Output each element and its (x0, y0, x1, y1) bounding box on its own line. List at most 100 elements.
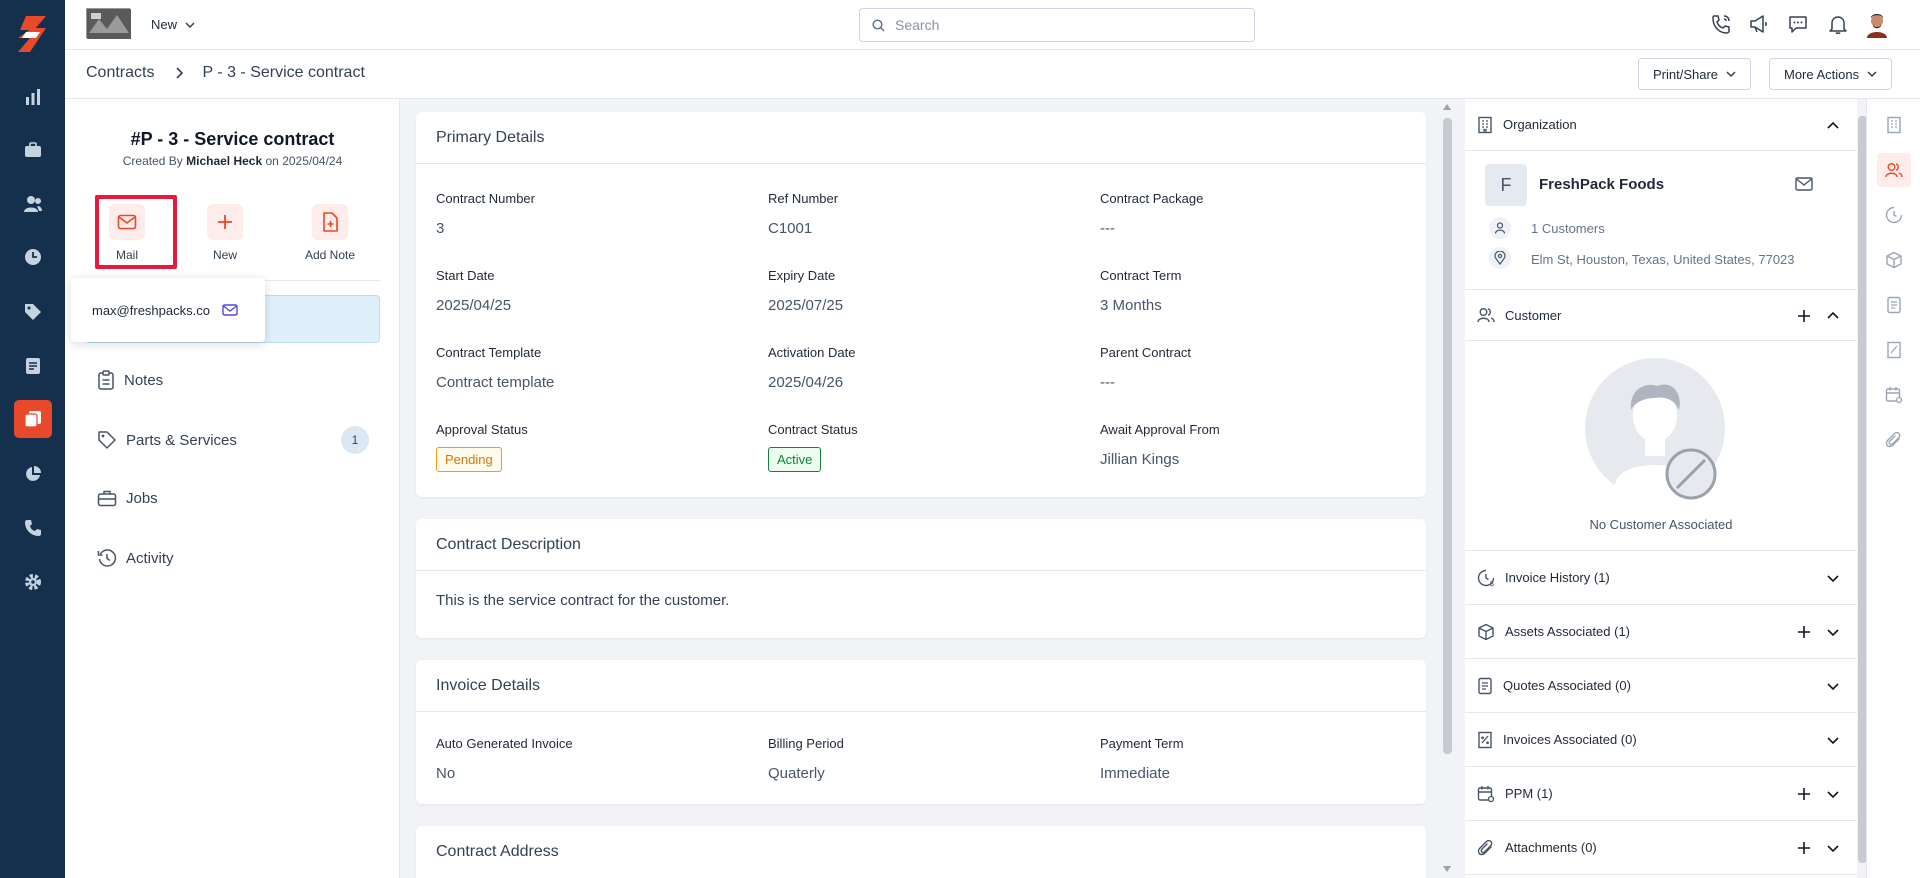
rail-customers[interactable] (1867, 153, 1920, 187)
chevron-up-icon[interactable] (1827, 121, 1839, 129)
more-actions-button[interactable]: More Actions (1769, 58, 1893, 90)
menu-item-activity[interactable]: Activity (97, 548, 174, 568)
phone-call-icon[interactable] (1710, 13, 1732, 35)
field-activation-date: Activation Date 2025/04/26 (768, 345, 855, 391)
field-value: --- (1100, 220, 1115, 237)
briefcase-icon (14, 131, 52, 169)
main-scroll-thumb[interactable] (1443, 118, 1452, 754)
field-label: Expiry Date (768, 268, 836, 283)
organization-header[interactable]: Organization (1465, 99, 1857, 151)
customer-header[interactable]: Customer (1465, 289, 1857, 341)
new-action-label: New (212, 248, 237, 262)
nav-invoices[interactable] (0, 344, 65, 388)
nav-contracts[interactable] (0, 397, 65, 441)
add-ppm-icon[interactable] (1797, 787, 1811, 801)
field-label: Contract Term (1100, 268, 1182, 283)
cube-icon (1885, 251, 1903, 269)
mail-icon[interactable] (222, 304, 238, 316)
invoice-history-section[interactable]: $ Invoice History (1) (1465, 551, 1857, 605)
attachments-section[interactable]: Attachments (0) (1465, 821, 1857, 875)
add-note-action[interactable]: Add Note (290, 204, 370, 262)
nav-tags[interactable] (0, 290, 65, 334)
chat-icon[interactable] (1787, 13, 1809, 35)
location-pin-icon (1489, 247, 1511, 269)
new-dropdown[interactable]: New (151, 17, 195, 32)
chevron-down-icon (1726, 71, 1736, 77)
field-label: Contract Template (436, 345, 542, 360)
add-note-action-label: Add Note (304, 248, 356, 262)
nav-schedule[interactable] (0, 235, 65, 279)
chevron-down-icon[interactable] (1827, 791, 1839, 799)
field-label: Activation Date (768, 345, 856, 360)
field-parent-contract: Parent Contract --- (1100, 345, 1191, 391)
rail-ppm[interactable] (1867, 378, 1920, 412)
field-value: 3 Months (1100, 297, 1162, 314)
nav-reports[interactable] (0, 75, 65, 119)
assets-associated-section[interactable]: Assets Associated (1) (1465, 605, 1857, 659)
megaphone-icon[interactable] (1748, 13, 1770, 35)
field-label: Auto Generated Invoice (436, 736, 573, 751)
rail-assets[interactable] (1867, 243, 1920, 277)
clipboard-icon (97, 370, 115, 390)
document-icon (14, 347, 52, 385)
quotes-associated-label: Quotes Associated (0) (1503, 678, 1631, 693)
add-asset-icon[interactable] (1797, 625, 1811, 639)
add-attachment-icon[interactable] (1797, 841, 1811, 855)
field-value: Contract template (436, 374, 555, 391)
search-input[interactable] (895, 17, 1235, 33)
chevron-down-icon[interactable] (1827, 737, 1839, 745)
print-share-button[interactable]: Print/Share (1638, 58, 1752, 90)
nav-settings[interactable] (0, 560, 65, 604)
nav-calls[interactable] (0, 506, 65, 550)
search-box[interactable] (859, 8, 1255, 42)
mail-icon[interactable] (1795, 177, 1813, 191)
menu-item-activity-label: Activity (126, 549, 174, 567)
field-value: 2025/04/26 (768, 374, 844, 391)
quotes-associated-section[interactable]: Quotes Associated (0) (1465, 659, 1857, 713)
field-label: Await Approval From (1100, 422, 1220, 437)
ppm-section[interactable]: PPM (1) (1465, 767, 1857, 821)
chevron-down-icon[interactable] (1827, 575, 1839, 583)
menu-item-parts-services[interactable]: Parts & Services (97, 430, 237, 450)
main-scrollbar[interactable] (1443, 104, 1452, 872)
invoices-associated-section[interactable]: Invoices Associated (0) (1465, 713, 1857, 767)
history-icon (97, 548, 117, 568)
chevron-up-icon[interactable] (1827, 311, 1839, 319)
nav-analytics[interactable] (0, 452, 65, 496)
rail-invoices[interactable] (1867, 333, 1920, 367)
rail-quotes[interactable] (1867, 288, 1920, 322)
menu-item-jobs[interactable]: Jobs (97, 489, 158, 507)
field-start-date: Start Date 2025/04/25 (436, 268, 511, 314)
invoice-history-icon (1885, 206, 1903, 224)
field-label: Contract Package (1100, 191, 1204, 206)
organization-name[interactable]: FreshPack Foods (1539, 176, 1664, 193)
rail-organization[interactable] (1867, 108, 1920, 142)
created-on-prefix: on (265, 154, 279, 168)
menu-item-notes[interactable]: Notes (97, 370, 163, 390)
nav-customers[interactable] (0, 182, 65, 226)
app-logo[interactable] (12, 14, 52, 54)
field-value: Quaterly (768, 765, 825, 782)
rail-invoice-history[interactable] (1867, 198, 1920, 232)
invoice-history-label: Invoice History (1) (1505, 570, 1610, 585)
nav-jobs[interactable] (0, 128, 65, 172)
user-avatar[interactable] (1865, 12, 1889, 38)
mail-popover-email[interactable]: max@freshpacks.co (92, 303, 210, 318)
chevron-down-icon[interactable] (1827, 683, 1839, 691)
chevron-down-icon[interactable] (1827, 845, 1839, 853)
field-contract-template: Contract Template Contract template (436, 345, 554, 391)
breadcrumb-contracts[interactable]: Contracts (86, 64, 154, 82)
chevron-down-icon[interactable] (1827, 629, 1839, 637)
created-on: 2025/04/24 (282, 154, 343, 168)
add-customer-icon[interactable] (1797, 309, 1811, 323)
menu-item-notes-label: Notes (124, 371, 164, 389)
bell-icon[interactable] (1827, 13, 1849, 35)
new-action[interactable]: New (185, 204, 265, 262)
company-logo-thumbnail[interactable] (86, 8, 131, 39)
organization-address: Elm St, Houston, Texas, United States, 7… (1531, 252, 1795, 267)
field-ref-number: Ref Number C1001 (768, 191, 838, 237)
organization-customers[interactable]: 1 Customers (1531, 221, 1605, 236)
scroll-down-arrow-icon[interactable] (1443, 866, 1451, 872)
rail-attachments[interactable] (1867, 423, 1920, 457)
scroll-up-arrow-icon[interactable] (1443, 104, 1451, 110)
